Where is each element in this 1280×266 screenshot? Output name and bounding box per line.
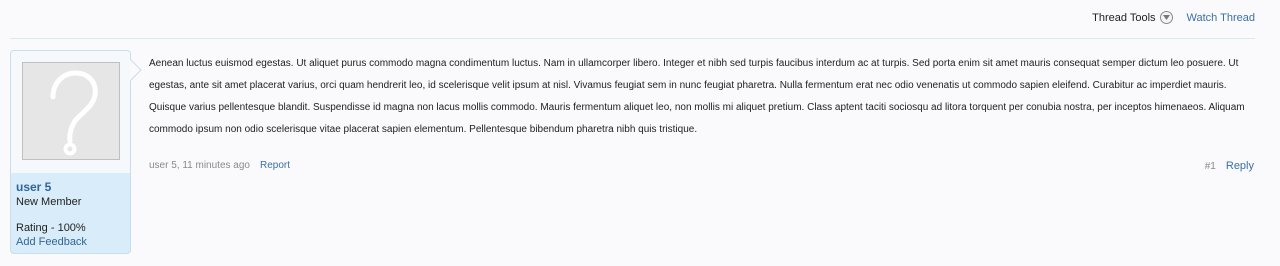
report-link[interactable]: Report: [260, 160, 290, 171]
post-author-time: user 5, 11 minutes ago: [149, 160, 250, 171]
reply-link[interactable]: Reply: [1226, 160, 1254, 172]
post-number[interactable]: #1: [1205, 161, 1216, 172]
thread-toolbar: Thread Tools Watch Thread: [1092, 11, 1255, 24]
avatar-frame: [11, 51, 130, 173]
chevron-down-circle-icon[interactable]: [1159, 11, 1173, 24]
post-pointer-arrow: [130, 59, 142, 81]
username-link[interactable]: user 5: [16, 180, 51, 194]
user-info-panel: user 5 New Member Rating - 100% Add Feed…: [10, 50, 131, 254]
post-meta: user 5, 11 minutes ago Report: [149, 160, 290, 171]
post-body: Aenean luctus euismod egestas. Ut alique…: [149, 58, 1245, 135]
add-feedback-link[interactable]: Add Feedback: [16, 236, 87, 248]
user-title: New Member: [16, 196, 82, 208]
watch-thread-link[interactable]: Watch Thread: [1187, 12, 1255, 24]
thread-tools-button[interactable]: Thread Tools: [1092, 12, 1155, 24]
header-divider: [10, 38, 1255, 39]
avatar[interactable]: [22, 62, 120, 160]
question-mark-icon: [50, 70, 98, 156]
user-rating: Rating - 100%: [16, 222, 86, 234]
post-actions: #1 Reply: [1205, 160, 1254, 172]
